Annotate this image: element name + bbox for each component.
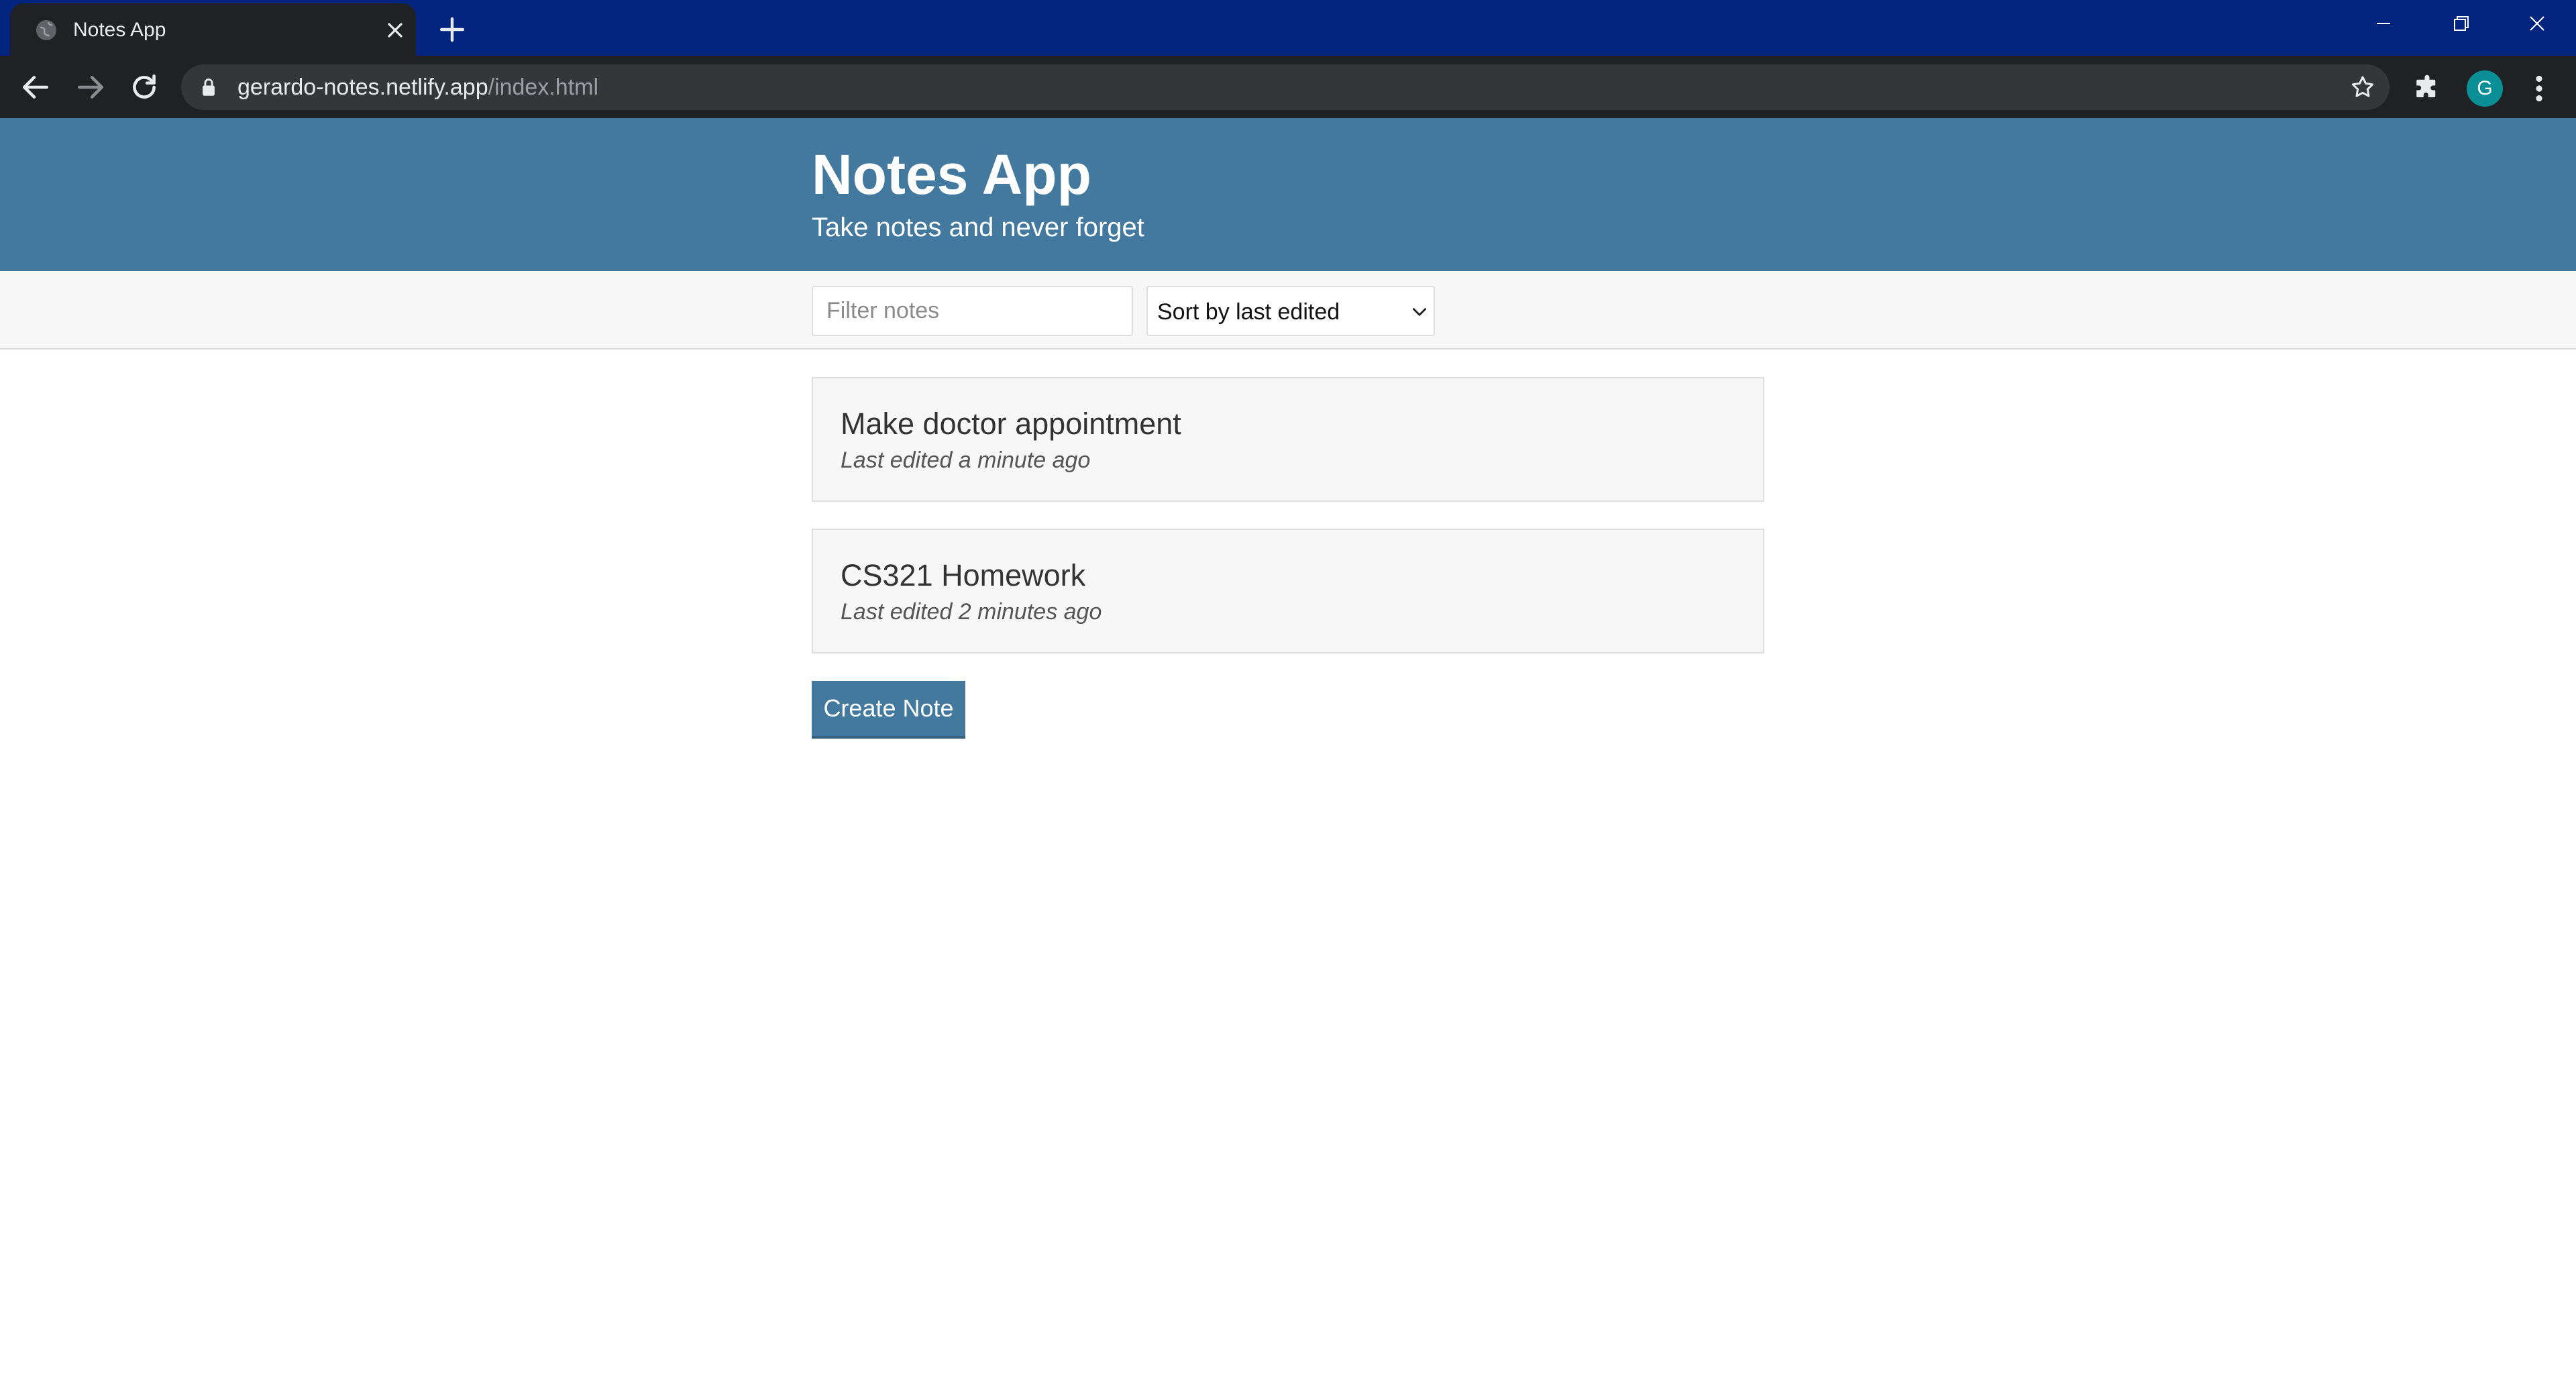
- note-last-edited: Last edited 2 minutes ago: [841, 599, 1102, 625]
- plus-icon[interactable]: [436, 13, 468, 46]
- note-title: Make doctor appointment: [841, 407, 1181, 441]
- profile-avatar[interactable]: G: [2467, 70, 2503, 107]
- minimize-icon[interactable]: [2363, 7, 2404, 40]
- note-item[interactable]: Make doctor appointment Last edited a mi…: [812, 377, 1764, 502]
- window-close-icon[interactable]: [2517, 7, 2557, 40]
- tab-title: Notes App: [73, 19, 166, 41]
- puzzle-icon[interactable]: [2413, 74, 2441, 102]
- page-content: Notes App Take notes and never forget So…: [0, 118, 2576, 1382]
- url-text[interactable]: gerardo-notes.netlify.app/index.html: [237, 74, 598, 101]
- note-list: Make doctor appointment Last edited a mi…: [812, 377, 1764, 680]
- globe-icon: [36, 20, 56, 40]
- chevron-down-icon: [1412, 308, 1427, 316]
- kebab-menu-icon[interactable]: [2529, 72, 2549, 105]
- actions-bar: Sort by last edited: [0, 271, 2576, 350]
- lock-icon[interactable]: [200, 78, 217, 97]
- reload-icon[interactable]: [127, 70, 161, 104]
- close-icon[interactable]: [383, 18, 407, 42]
- address-bar-field[interactable]: gerardo-notes.netlify.app/index.html: [181, 64, 2390, 110]
- browser-tab-bar: Notes App: [0, 0, 2576, 56]
- restore-icon[interactable]: [2440, 7, 2480, 40]
- sort-select[interactable]: Sort by last edited: [1146, 286, 1435, 336]
- star-icon[interactable]: [2349, 74, 2376, 101]
- page-title: Notes App: [812, 143, 1091, 206]
- browser-tab[interactable]: Notes App: [10, 3, 416, 56]
- address-bar[interactable]: gerardo-notes.netlify.app/index.html: [181, 64, 2390, 110]
- note-title: CS321 Homework: [841, 558, 1086, 592]
- page-subtitle: Take notes and never forget: [812, 213, 1144, 242]
- browser-toolbar: gerardo-notes.netlify.app/index.html G: [0, 56, 2576, 118]
- sort-selected-value: Sort by last edited: [1157, 299, 1340, 325]
- url-path: /index.html: [488, 74, 599, 100]
- app-header: Notes App Take notes and never forget: [0, 118, 2576, 271]
- arrow-right-icon[interactable]: [74, 70, 107, 104]
- note-item[interactable]: CS321 Homework Last edited 2 minutes ago: [812, 529, 1764, 653]
- url-host: gerardo-notes.netlify.app: [237, 74, 488, 100]
- create-note-button[interactable]: Create Note: [812, 681, 965, 739]
- arrow-left-icon[interactable]: [19, 70, 52, 104]
- filter-input[interactable]: [812, 286, 1133, 336]
- note-last-edited: Last edited a minute ago: [841, 447, 1091, 473]
